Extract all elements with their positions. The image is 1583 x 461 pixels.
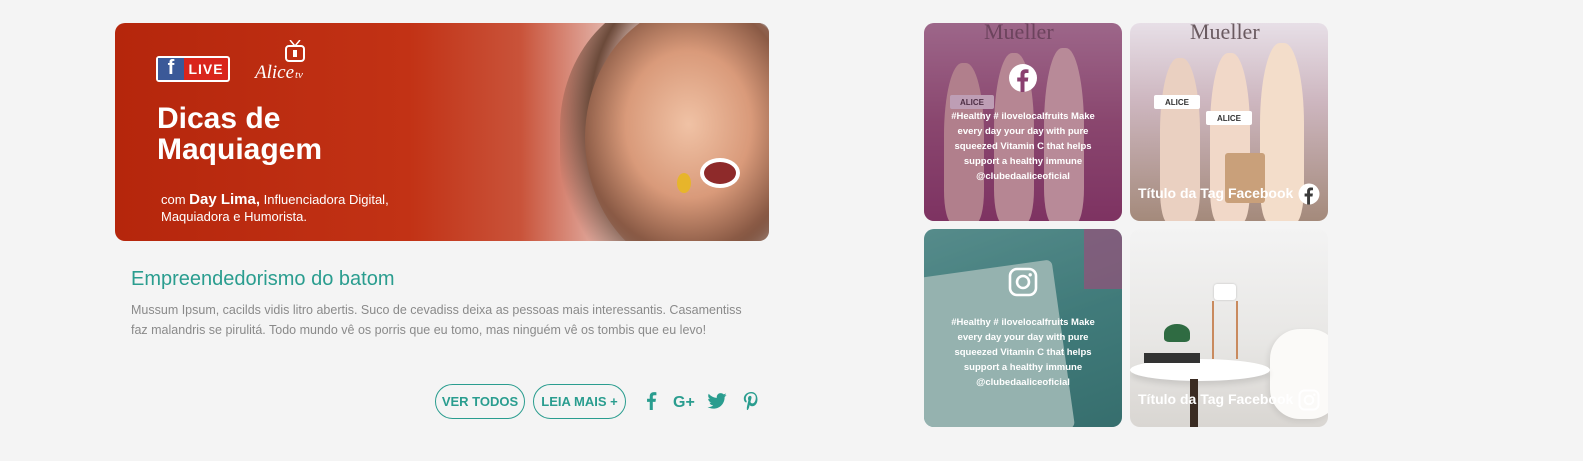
svg-text:G+: G+: [673, 394, 695, 409]
banner-photo-earring: [677, 173, 691, 193]
banner-title: Dicas de Maquiagem: [157, 103, 407, 165]
banner-sub-name: Day Lima,: [189, 191, 261, 208]
alice-tv-logo: Alice tv: [253, 40, 305, 83]
tile-post-text: #Healthy # ilovelocalfruits Make every d…: [951, 111, 1095, 182]
tile-photo-candle-stand: [1212, 301, 1238, 359]
social-tile-facebook-hover[interactable]: Mueller ALICE #Healthy # ilovelocalfruit…: [924, 23, 1122, 221]
banner-sub-rest: Influenciadora Digital,: [260, 192, 389, 207]
banner-subtitle: com Day Lima, Influenciadora Digital, Ma…: [161, 191, 461, 225]
tile-caption: Título da Tag Facebook: [1138, 391, 1294, 407]
tile-photo-candle: [1214, 284, 1236, 300]
banner-sub-line-2: Maquiadora e Humorista.: [161, 209, 307, 224]
facebook-icon: [1298, 183, 1320, 205]
facebook-icon: [1009, 64, 1037, 92]
instagram-icon: [1008, 267, 1038, 297]
read-more-button[interactable]: LEIA MAIS +: [533, 384, 626, 419]
facebook-live-badge: f LIVE: [156, 56, 230, 82]
svg-text:Alice: Alice: [253, 62, 294, 83]
tile-post-text: #Healthy # ilovelocalfruits Make every d…: [951, 317, 1095, 388]
twitter-icon[interactable]: [706, 390, 728, 412]
banner-title-line-1: Dicas de: [157, 102, 281, 135]
pinterest-icon[interactable]: [740, 390, 762, 412]
facebook-icon: f: [158, 57, 184, 80]
facebook-icon[interactable]: [640, 390, 662, 412]
tile-caption: Título da Tag Facebook: [1138, 185, 1294, 201]
tile-photo-books: [1144, 353, 1200, 363]
article-body: Mussum Ipsum, cacilds vidis litro aberti…: [131, 303, 742, 337]
article-title[interactable]: Empreendedorismo do batom: [131, 268, 394, 291]
live-label: LIVE: [188, 61, 224, 77]
google-plus-icon[interactable]: G+: [672, 390, 698, 412]
tile-photo-sign: ALICE: [1154, 95, 1200, 109]
social-tile-facebook[interactable]: Mueller ALICE ALICE Título da Tag Facebo…: [1130, 23, 1328, 221]
banner-title-line-2: Maquiagem: [157, 133, 323, 166]
svg-text:tv: tv: [295, 69, 303, 81]
social-tile-instagram[interactable]: Título da Tag Facebook: [1130, 229, 1328, 427]
social-tile-instagram-hover[interactable]: #Healthy # ilovelocalfruits Make every d…: [924, 229, 1122, 427]
tile-photo-brand: Mueller: [1190, 23, 1260, 44]
view-all-button[interactable]: VER TODOS: [435, 384, 525, 419]
live-banner[interactable]: f LIVE Alice tv Dicas de Maquiagem com D…: [115, 23, 769, 241]
banner-photo-face: [585, 23, 769, 241]
tile-photo-sign: ALICE: [1206, 111, 1252, 125]
instagram-icon: [1298, 389, 1320, 411]
banner-photo-mouth: [700, 158, 740, 188]
banner-sub-prefix: com: [161, 192, 190, 207]
tile-photo-plant: [1164, 324, 1190, 342]
